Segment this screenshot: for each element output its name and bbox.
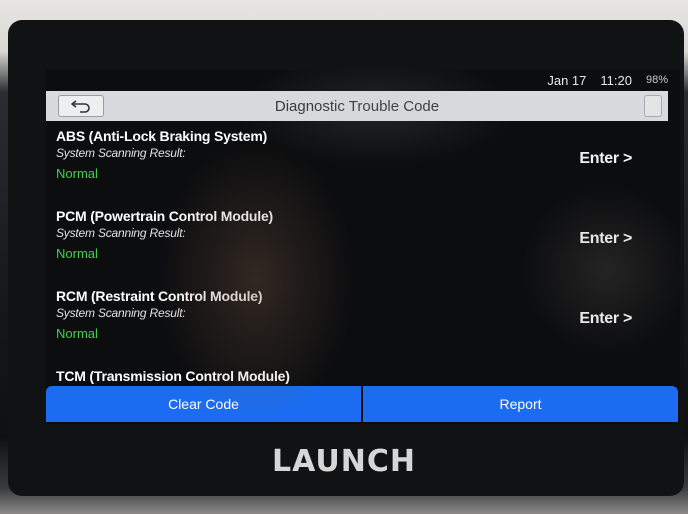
system-name: PCM (Powertrain Control Module) — [56, 208, 274, 224]
system-name: TCM (Transmission Control Module) — [56, 368, 290, 384]
back-arrow-icon — [71, 100, 90, 113]
system-list: ABS (Anti-Lock Braking System) System Sc… — [46, 128, 680, 386]
report-button[interactable]: Report — [363, 386, 678, 422]
system-item-pcm: PCM (Powertrain Control Module) System S… — [46, 208, 680, 288]
brand-logo: LAUNCH — [271, 444, 416, 479]
scan-status: Normal — [56, 166, 98, 181]
scan-status: Normal — [56, 246, 98, 261]
enter-button-rcm[interactable]: Enter > — [579, 310, 632, 328]
system-item-tcm[interactable]: TCM (Transmission Control Module) — [46, 368, 680, 386]
system-item-rcm: RCM (Restraint Control Module) System Sc… — [46, 288, 680, 368]
action-bar: Clear Code Report — [46, 386, 678, 422]
system-name: ABS (Anti-Lock Braking System) — [56, 128, 268, 144]
device-screen: Jan 17 11:20 98% Diagnostic Trouble Code… — [46, 70, 680, 424]
enter-button-abs[interactable]: Enter > — [579, 150, 632, 168]
status-time: 11:20 — [600, 72, 632, 88]
clear-code-button[interactable]: Clear Code — [46, 386, 361, 422]
back-button[interactable] — [58, 95, 104, 117]
system-name: RCM (Restraint Control Module) — [56, 288, 263, 304]
page-title: Diagnostic Trouble Code — [274, 97, 440, 115]
enter-button-pcm[interactable]: Enter > — [579, 230, 632, 248]
menu-button[interactable] — [644, 95, 662, 117]
status-date: Jan 17 — [547, 72, 587, 88]
status-bar: Jan 17 11:20 98% — [46, 70, 680, 90]
system-item-abs: ABS (Anti-Lock Braking System) System Sc… — [46, 128, 680, 208]
title-bar: Diagnostic Trouble Code — [46, 91, 668, 121]
scan-status: Normal — [56, 326, 98, 341]
battery-level: 98% — [645, 74, 668, 86]
